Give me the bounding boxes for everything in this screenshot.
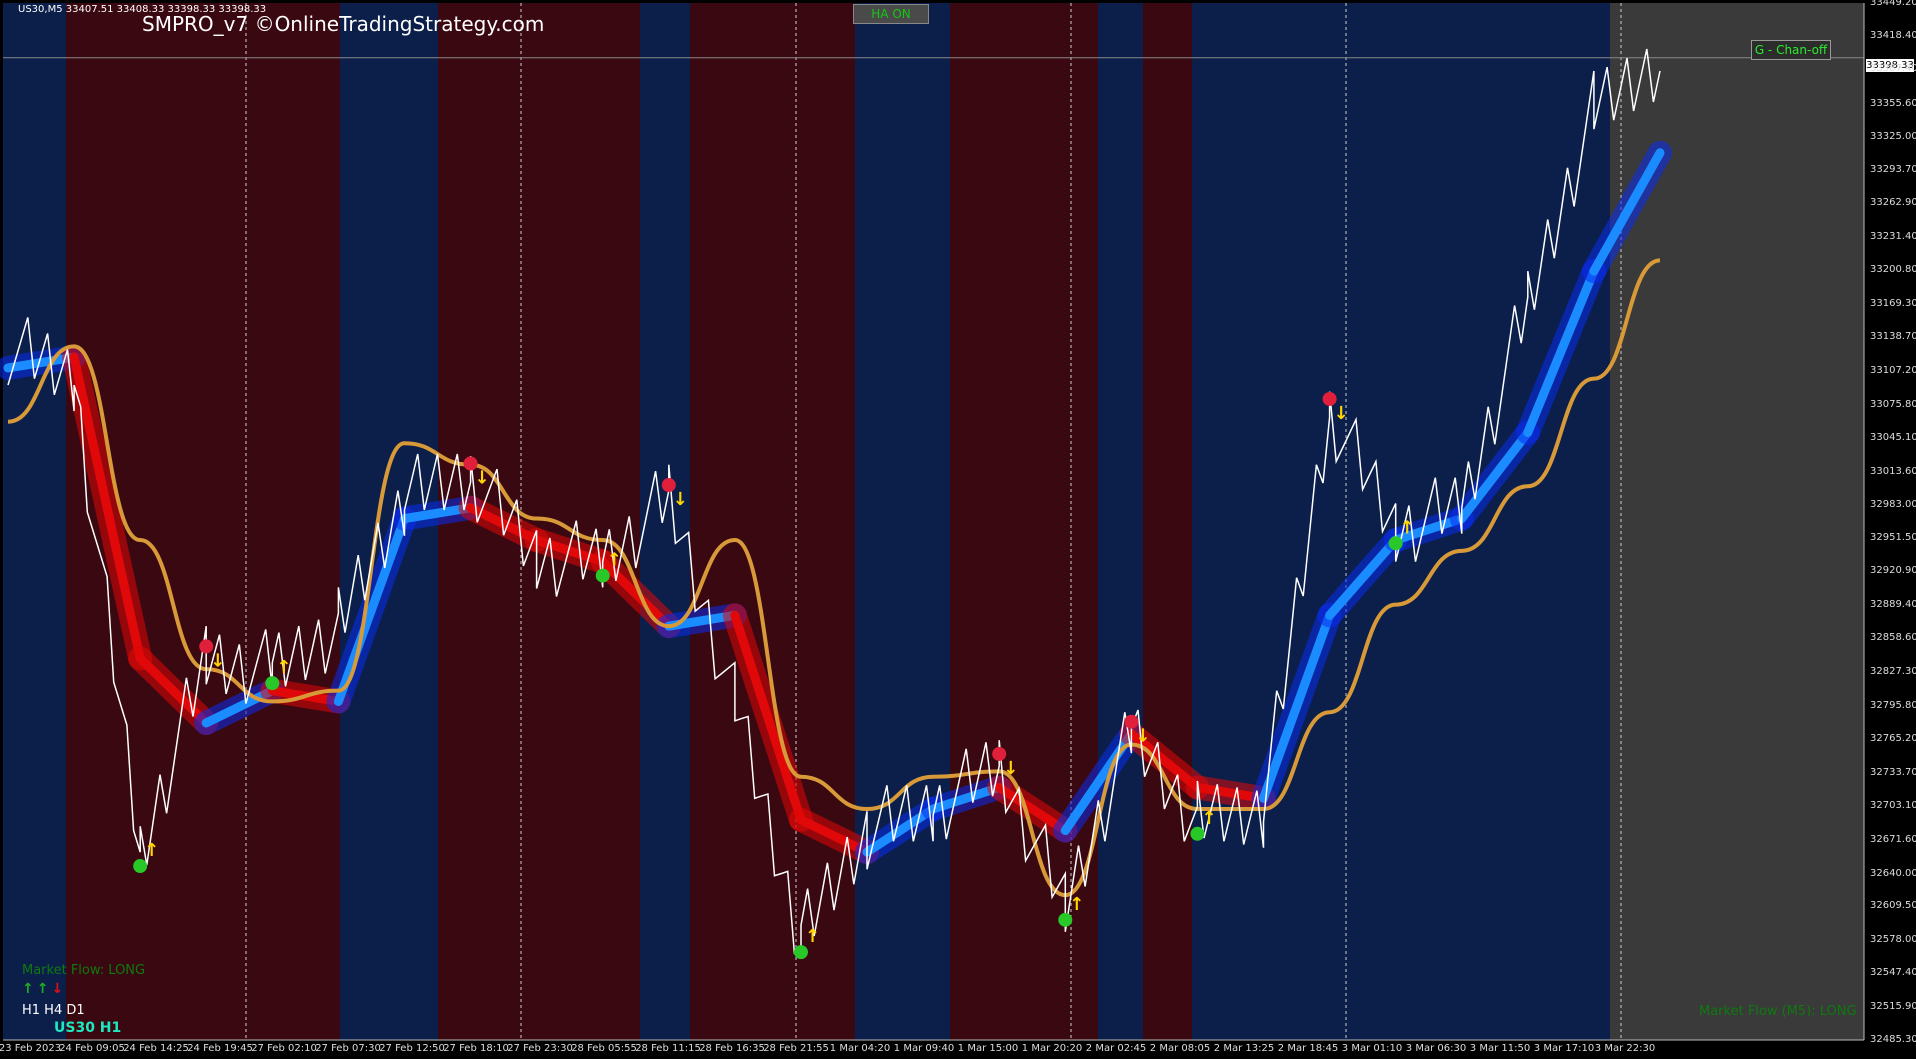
time-tick-label: 27 Feb 07:30 <box>315 1043 381 1054</box>
up-arrow-icon: ↑ <box>1201 808 1216 829</box>
time-tick-label: 28 Feb 21:55 <box>763 1043 829 1054</box>
down-arrow-icon: ↓ <box>673 489 688 510</box>
price-tick-label: 33169.30 <box>1870 298 1916 310</box>
price-tick-label: 33138.70 <box>1870 331 1916 343</box>
price-tick-label: 32951.50 <box>1870 532 1916 544</box>
time-tick-label: 1 Mar 04:20 <box>829 1043 891 1054</box>
time-tick-label: 24 Feb 19:45 <box>187 1043 253 1054</box>
time-tick-label: 23 Feb 2023 <box>0 1043 62 1054</box>
time-tick-label: 2 Mar 13:25 <box>1213 1043 1275 1054</box>
time-tick-label: 2 Mar 18:45 <box>1277 1043 1339 1054</box>
price-tick-label: 32515.90 <box>1870 1001 1916 1013</box>
buy-signal-dot <box>595 568 610 583</box>
price-tick-label: 32858.60 <box>1870 632 1916 644</box>
price-tick-label: 33387.40 <box>1870 63 1916 75</box>
price-tick-label: 32889.40 <box>1870 599 1916 611</box>
session-band-red <box>1143 3 1192 1040</box>
up-arrow-icon: ↑ <box>607 550 622 571</box>
up-arrow-icon: ↑ <box>1069 894 1084 915</box>
time-tick-label: 24 Feb 14:25 <box>123 1043 189 1054</box>
time-tick-label: 2 Mar 02:45 <box>1085 1043 1147 1054</box>
price-tick-label: 32578.00 <box>1870 934 1916 946</box>
buy-signal-dot <box>1388 536 1403 551</box>
buy-signal-dot <box>1190 826 1205 841</box>
price-tick-label: 32485.30 <box>1870 1034 1916 1045</box>
up-arrow-icon: ↑ <box>805 926 820 947</box>
time-tick-label: 28 Feb 16:35 <box>699 1043 765 1054</box>
price-tick-label: 32827.30 <box>1870 666 1916 678</box>
time-tick-label: 27 Feb 23:30 <box>507 1043 573 1054</box>
price-tick-label: 33418.40 <box>1870 30 1916 42</box>
up-arrow-icon: ↑ <box>144 840 159 861</box>
time-tick-label: 1 Mar 09:40 <box>893 1043 955 1054</box>
market-flow-m5-label: Market Flow (M5): LONG <box>1699 1004 1857 1019</box>
price-tick-label: 33107.20 <box>1870 364 1916 376</box>
buy-signal-dot <box>793 945 808 960</box>
price-tick-label: 32920.90 <box>1870 565 1916 577</box>
market-flow-timeframes: H1 H4 D1 <box>22 1003 85 1018</box>
price-tick-label: 33075.80 <box>1870 398 1916 410</box>
price-tick-label: 33262.90 <box>1870 197 1916 209</box>
time-tick-label: 3 Mar 11:50 <box>1469 1043 1531 1054</box>
chan-off-button[interactable]: G - Chan-off <box>1751 40 1831 60</box>
market-flow-title: Market Flow: LONG <box>22 963 146 978</box>
down-arrow-icon: ↓ <box>1135 726 1150 747</box>
time-tick-label: 1 Mar 20:20 <box>1021 1043 1083 1054</box>
price-tick-label: 33200.80 <box>1870 264 1916 276</box>
time-tick-label: 27 Feb 18:10 <box>443 1043 509 1054</box>
price-tick-label: 32733.70 <box>1870 766 1916 778</box>
session-band-red <box>438 3 640 1040</box>
buy-signal-dot <box>1058 912 1073 927</box>
arrow-down-icon: ↓ <box>51 981 67 997</box>
price-tick-label: 33013.60 <box>1870 465 1916 477</box>
time-tick-label: 3 Mar 01:10 <box>1341 1043 1403 1054</box>
time-tick-label: 1 Mar 15:00 <box>957 1043 1019 1054</box>
price-tick-label: 33293.70 <box>1870 164 1916 176</box>
down-arrow-icon: ↓ <box>210 650 225 671</box>
price-tick-label: 32547.40 <box>1870 967 1916 979</box>
price-tick-label: 32703.10 <box>1870 799 1916 811</box>
price-tick-label: 33449.20 <box>1870 0 1916 8</box>
price-tick-label: 33325.00 <box>1870 130 1916 142</box>
buy-signal-dot <box>265 676 280 691</box>
up-arrow-icon: ↑ <box>1400 517 1415 538</box>
time-tick-label: 28 Feb 05:55 <box>571 1043 637 1054</box>
time-tick-label: 24 Feb 09:05 <box>59 1043 125 1054</box>
price-tick-label: 32640.00 <box>1870 867 1916 879</box>
up-arrow-icon: ↑ <box>276 657 291 678</box>
down-arrow-icon: ↓ <box>475 468 490 489</box>
time-tick-label: 28 Feb 11:15 <box>635 1043 701 1054</box>
ha-on-button[interactable]: HA ON <box>853 4 929 24</box>
trading-chart[interactable]: ↑ ↓ ↑ ↓ ↑ ↓ ↑ ↓ ↑ ↓ ↑ ↓ ↑ US30,M5 33407.51 33408.33 … <box>0 0 1916 1059</box>
price-chart-canvas[interactable]: ↑↓ ↑↓↑↓↑↓↑↓↑↓↑ <box>0 0 1916 1059</box>
price-tick-label: 33355.60 <box>1870 97 1916 109</box>
session-band-red <box>950 3 1098 1040</box>
arrow-up-icon: ↑ <box>22 981 37 997</box>
time-tick-label: 27 Feb 02:10 <box>251 1043 317 1054</box>
price-tick-label: 33231.40 <box>1870 231 1916 243</box>
time-tick-label: 3 Mar 17:10 <box>1533 1043 1595 1054</box>
price-tick-label: 32983.00 <box>1870 498 1916 510</box>
symbol-timeframe: US30 H1 <box>54 1020 122 1036</box>
time-tick-label: 3 Mar 06:30 <box>1405 1043 1467 1054</box>
time-tick-label: 3 Mar 22:30 <box>1594 1043 1656 1054</box>
time-tick-label: 27 Feb 12:50 <box>379 1043 445 1054</box>
price-tick-label: 32609.50 <box>1870 900 1916 912</box>
down-arrow-icon: ↓ <box>1334 403 1349 424</box>
price-tick-label: 32795.80 <box>1870 699 1916 711</box>
price-tick-label: 32765.20 <box>1870 732 1916 744</box>
site-watermark: www.mantafx.com <box>1745 1020 1857 1034</box>
price-tick-label: 32671.60 <box>1870 833 1916 845</box>
buy-signal-dot <box>133 859 148 874</box>
market-flow-arrows: ↑↑↓ <box>22 981 66 997</box>
arrow-up-icon: ↑ <box>36 981 52 997</box>
brand-title: SMPRO_v7 ©OnlineTradingStrategy.com <box>142 12 545 36</box>
time-tick-label: 2 Mar 08:05 <box>1149 1043 1211 1054</box>
price-tick-label: 33045.10 <box>1870 431 1916 443</box>
down-arrow-icon: ↓ <box>1003 758 1018 779</box>
